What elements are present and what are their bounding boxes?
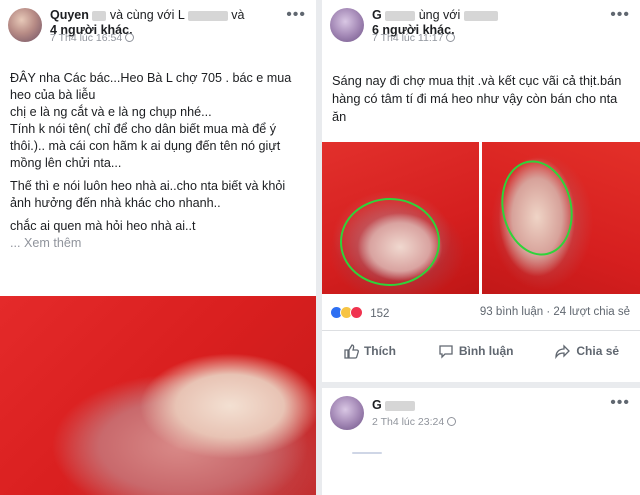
redacted-block bbox=[187, 10, 228, 21]
post-body: ĐÂY nha Các bác...Heo Bà L chợ 705 . bác… bbox=[0, 46, 316, 252]
post-meta: 2 Th4 lúc 23:24 bbox=[372, 416, 457, 428]
like-button[interactable]: Thích bbox=[343, 343, 396, 359]
post-header: G ùng với 6 người khác. 7 Th4 lúc 11:17 … bbox=[322, 0, 640, 46]
globe-icon bbox=[446, 33, 456, 42]
comment-icon bbox=[439, 344, 453, 359]
globe-icon bbox=[447, 417, 457, 426]
comment-share-count[interactable]: 93 bình luận · 24 lượt chia sẻ bbox=[480, 306, 630, 318]
more-options-icon[interactable]: ••• bbox=[610, 6, 630, 24]
more-options-icon[interactable]: ••• bbox=[286, 6, 306, 24]
content-preview-line bbox=[352, 452, 382, 454]
post-paragraph: Tính k nói tên( chỉ để cho dân biết mua … bbox=[10, 122, 281, 170]
redacted-block bbox=[385, 400, 416, 411]
avatar[interactable] bbox=[330, 396, 364, 430]
redacted-block bbox=[385, 10, 416, 21]
post-paragraph: chắc ai quen mà hỏi heo nhà ai..t bbox=[10, 219, 196, 233]
meat-photo[interactable] bbox=[0, 296, 316, 495]
share-count[interactable]: 24 lượt chia sẻ bbox=[553, 306, 630, 318]
post-paragraph: Thế thì e nói luôn heo nhà ai..cho nta b… bbox=[10, 179, 286, 210]
avatar[interactable] bbox=[8, 8, 42, 42]
post-paragraph: Sáng nay đi chợ mua thịt .và kết cục vãi… bbox=[332, 73, 622, 124]
timestamp[interactable]: 7 Th4 lúc 11:17 bbox=[372, 32, 443, 44]
post-body: Sáng nay đi chợ mua thịt .và kết cục vãi… bbox=[322, 46, 640, 126]
reaction-count: 152 bbox=[370, 308, 390, 320]
share-icon bbox=[555, 343, 571, 359]
redacted-block bbox=[92, 10, 107, 21]
post-left: Quyen và cùng với L và 4 người khác. 7 T… bbox=[0, 0, 316, 495]
post-right: G ùng với 6 người khác. 7 Th4 lúc 11:17 … bbox=[322, 0, 640, 378]
comment-label: Bình luận bbox=[458, 343, 514, 358]
action-bar: Thích Bình luận Chia sẻ bbox=[322, 330, 640, 370]
and-text: và bbox=[231, 8, 245, 22]
comment-button[interactable]: Bình luận bbox=[438, 343, 514, 359]
post-paragraph: chị e là ng cắt và e là ng chụp nhé... bbox=[10, 105, 212, 119]
more-options-icon[interactable]: ••• bbox=[610, 394, 630, 412]
redacted-block bbox=[463, 10, 498, 21]
globe-icon bbox=[125, 33, 135, 42]
meat-photo[interactable] bbox=[482, 142, 640, 294]
share-button[interactable]: Chia sẻ bbox=[555, 343, 619, 359]
timestamp[interactable]: 2 Th4 lúc 23:24 bbox=[372, 416, 444, 428]
post-paragraph: ĐÂY nha Các bác...Heo Bà L chợ 705 . bác… bbox=[10, 71, 292, 102]
comment-count[interactable]: 93 bình luận bbox=[480, 306, 543, 318]
author-name[interactable]: G bbox=[372, 398, 382, 412]
like-label: Thích bbox=[363, 343, 396, 358]
meat-photo[interactable] bbox=[322, 142, 479, 294]
love-reaction-icon bbox=[350, 306, 363, 319]
post-meta: 7 Th4 lúc 16:54 bbox=[50, 32, 135, 44]
share-label: Chia sẻ bbox=[576, 343, 620, 358]
post-header: Quyen và cùng với L và 4 người khác. 7 T… bbox=[0, 0, 316, 46]
author-name[interactable]: Quyen bbox=[50, 8, 89, 22]
see-more-link[interactable]: ... Xem thêm bbox=[10, 235, 306, 252]
highlight-circle bbox=[492, 153, 582, 263]
post-header: G 2 Th4 lúc 23:24 ••• bbox=[322, 388, 640, 434]
thumbs-up-icon bbox=[344, 343, 359, 359]
post-bottom: G 2 Th4 lúc 23:24 ••• bbox=[322, 382, 640, 495]
author-name[interactable]: G bbox=[372, 8, 382, 22]
avatar[interactable] bbox=[330, 8, 364, 42]
post-meta: 7 Th4 lúc 11:17 bbox=[372, 32, 456, 44]
reaction-summary[interactable]: 152 bbox=[330, 306, 389, 320]
timestamp[interactable]: 7 Th4 lúc 16:54 bbox=[50, 32, 122, 44]
highlight-circle bbox=[340, 198, 440, 286]
author-line: G bbox=[372, 398, 614, 413]
with-text: ùng với bbox=[418, 8, 461, 22]
with-text: và cùng với L bbox=[109, 8, 185, 22]
